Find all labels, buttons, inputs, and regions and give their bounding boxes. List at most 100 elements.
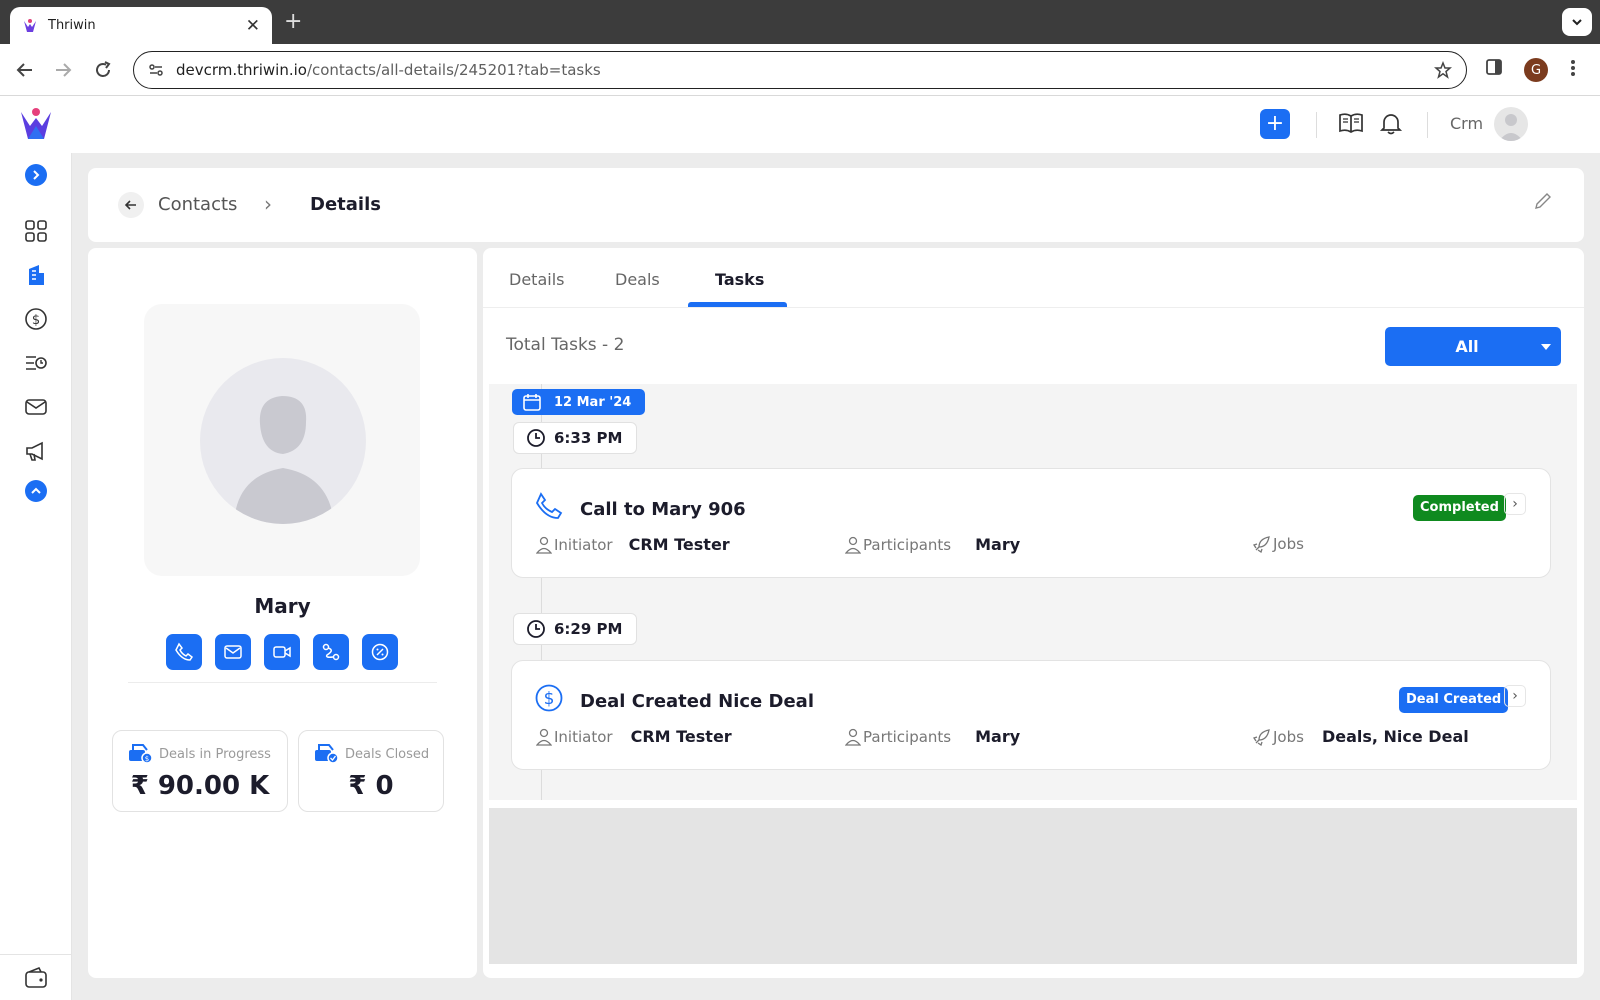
chevron-down-icon xyxy=(1572,19,1582,26)
jobs-value: Deals, Nice Deal xyxy=(1321,727,1469,746)
stat-label: Deals Closed xyxy=(345,747,430,762)
app-header: + Crm xyxy=(0,96,1600,153)
task-open-button[interactable]: › xyxy=(1504,685,1526,707)
video-icon xyxy=(273,646,291,658)
timeline-date: 12 Mar '24 xyxy=(554,394,632,410)
forward-arrow-icon[interactable] xyxy=(52,59,74,81)
task-time-badge: 6:29 PM xyxy=(513,613,638,645)
user-avatar[interactable] xyxy=(1494,107,1528,141)
url-domain: devcrm.thriwin.io xyxy=(176,61,307,79)
arrow-left-icon xyxy=(124,200,136,210)
contact-photo-frame xyxy=(144,304,420,576)
bookmark-star-icon[interactable] xyxy=(1434,61,1452,79)
task-title: Call to Mary 906 xyxy=(580,499,746,520)
tab-tasks[interactable]: Tasks xyxy=(715,270,764,289)
initiator-label: Initiator xyxy=(554,727,613,746)
route-icon xyxy=(322,643,340,661)
task-card[interactable]: $ Deal Created Nice Deal Deal Created › … xyxy=(511,660,1551,770)
megaphone-icon xyxy=(26,441,43,461)
deal-cart-icon: $ xyxy=(129,744,153,764)
contact-avatar[interactable] xyxy=(200,358,366,524)
close-tab-icon[interactable]: ✕ xyxy=(246,16,260,36)
profile-avatar[interactable]: G xyxy=(1524,58,1548,82)
task-open-button[interactable]: › xyxy=(1504,493,1526,515)
stat-value: ₹ 90.00 K xyxy=(130,771,270,801)
contact-card: Mary $ Deals in Progress ₹ 90.00 K Deals… xyxy=(88,248,477,978)
add-button[interactable]: + xyxy=(1260,109,1290,139)
contact-actions xyxy=(166,634,411,670)
breadcrumb: Contacts › Details xyxy=(88,168,1584,242)
stat-value: ₹ 0 xyxy=(348,771,394,801)
book-open-icon[interactable] xyxy=(1337,109,1365,137)
user-icon xyxy=(536,536,552,554)
dollar-circle-icon: $ xyxy=(25,308,47,330)
back-arrow-icon[interactable] xyxy=(14,59,36,81)
active-tab-indicator xyxy=(688,302,787,307)
browser-tab[interactable]: Thriwin ✕ xyxy=(10,7,272,44)
status-badge: Completed xyxy=(1413,495,1506,521)
sidebar-item-activities[interactable] xyxy=(22,349,50,377)
back-button[interactable] xyxy=(118,192,144,218)
task-time: 6:33 PM xyxy=(554,429,623,447)
browser-toolbar: devcrm.thriwin.io/contacts/all-details/2… xyxy=(0,44,1600,96)
bell-icon[interactable] xyxy=(1377,109,1405,137)
sidebar-item-email[interactable] xyxy=(22,393,50,421)
tab-details[interactable]: Details xyxy=(509,270,564,289)
more-vertical-icon[interactable] xyxy=(1570,58,1576,78)
badge-percent-icon xyxy=(371,643,389,661)
site-settings-icon[interactable] xyxy=(148,62,164,78)
svg-text:$: $ xyxy=(544,689,555,709)
participants-label: Participants xyxy=(863,727,952,746)
task-filter-dropdown[interactable]: All xyxy=(1385,327,1561,366)
email-button[interactable] xyxy=(215,634,251,670)
address-bar[interactable]: devcrm.thriwin.io/contacts/all-details/2… xyxy=(133,51,1467,89)
pencil-icon[interactable] xyxy=(1532,190,1554,212)
breadcrumb-contacts-link[interactable]: Contacts xyxy=(158,194,237,215)
task-filter-value: All xyxy=(1455,337,1479,356)
page-title: Details xyxy=(310,194,381,215)
header-divider xyxy=(1427,112,1428,138)
tab-search-button[interactable] xyxy=(1562,8,1592,36)
sidebar-wallet[interactable] xyxy=(0,954,72,1000)
reload-icon[interactable] xyxy=(92,59,114,81)
phone-icon xyxy=(535,492,563,519)
divider xyxy=(128,682,437,683)
contact-name: Mary xyxy=(254,594,311,618)
grid-icon xyxy=(25,220,47,242)
deal-button[interactable] xyxy=(362,634,398,670)
mail-icon xyxy=(224,645,242,659)
sidebar-collapse-button[interactable] xyxy=(22,477,50,505)
sidebar-item-campaigns[interactable] xyxy=(22,437,50,465)
task-jobs: Jobs Deals, Nice Deal xyxy=(1253,727,1469,746)
tab-bar: Details Deals Tasks xyxy=(483,248,1584,308)
svg-text:$: $ xyxy=(145,755,149,763)
url-path: /contacts/all-details/245201?tab=tasks xyxy=(306,61,601,79)
sidebar-item-dashboard[interactable] xyxy=(22,217,50,245)
video-call-button[interactable] xyxy=(264,634,300,670)
side-panel-icon[interactable] xyxy=(1485,58,1503,76)
participants-value: Mary xyxy=(975,535,1021,554)
task-time: 6:29 PM xyxy=(554,620,623,638)
chevron-right-icon xyxy=(33,170,40,180)
stat-label: Deals in Progress xyxy=(159,747,271,762)
thriwin-logo-icon[interactable] xyxy=(18,106,54,142)
task-timeline: 12 Mar '24 6:33 PM Call to Mary 906 Comp… xyxy=(489,384,1577,800)
task-card[interactable]: Call to Mary 906 Completed › Initiator C… xyxy=(511,468,1551,578)
sidebar: $ xyxy=(0,153,72,1000)
browser-tab-strip: Thriwin ✕ + xyxy=(0,0,1600,44)
sidebar-item-contacts[interactable] xyxy=(22,261,50,289)
sidebar-expand-button[interactable] xyxy=(22,161,50,189)
timeline-date-badge: 12 Mar '24 xyxy=(512,389,646,415)
header-user-name[interactable]: Crm xyxy=(1450,114,1483,133)
call-button[interactable] xyxy=(166,634,202,670)
header-divider xyxy=(1316,112,1317,138)
task-participants: Participants Mary xyxy=(845,535,1020,554)
initiator-value: CRM Tester xyxy=(628,535,730,554)
new-tab-icon[interactable]: + xyxy=(284,10,302,34)
task-jobs: Jobs xyxy=(1253,535,1322,553)
tab-deals[interactable]: Deals xyxy=(615,270,660,289)
sidebar-item-deals[interactable]: $ xyxy=(22,305,50,333)
tasks-card: Details Deals Tasks Total Tasks - 2 All … xyxy=(483,248,1584,978)
task-button[interactable] xyxy=(313,634,349,670)
jobs-label: Jobs xyxy=(1273,535,1304,553)
